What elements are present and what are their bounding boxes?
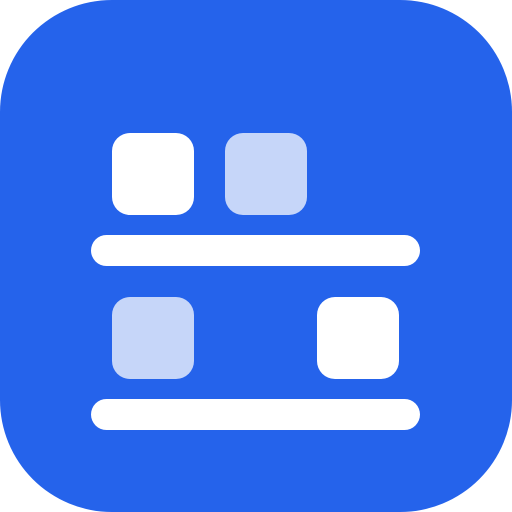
bottom-right-block	[317, 297, 399, 379]
app-icon	[0, 0, 512, 512]
bottom-shelf	[91, 399, 420, 430]
top-right-block	[225, 133, 307, 215]
top-left-block	[112, 133, 194, 215]
bottom-left-block	[112, 297, 194, 379]
top-shelf	[91, 235, 420, 266]
